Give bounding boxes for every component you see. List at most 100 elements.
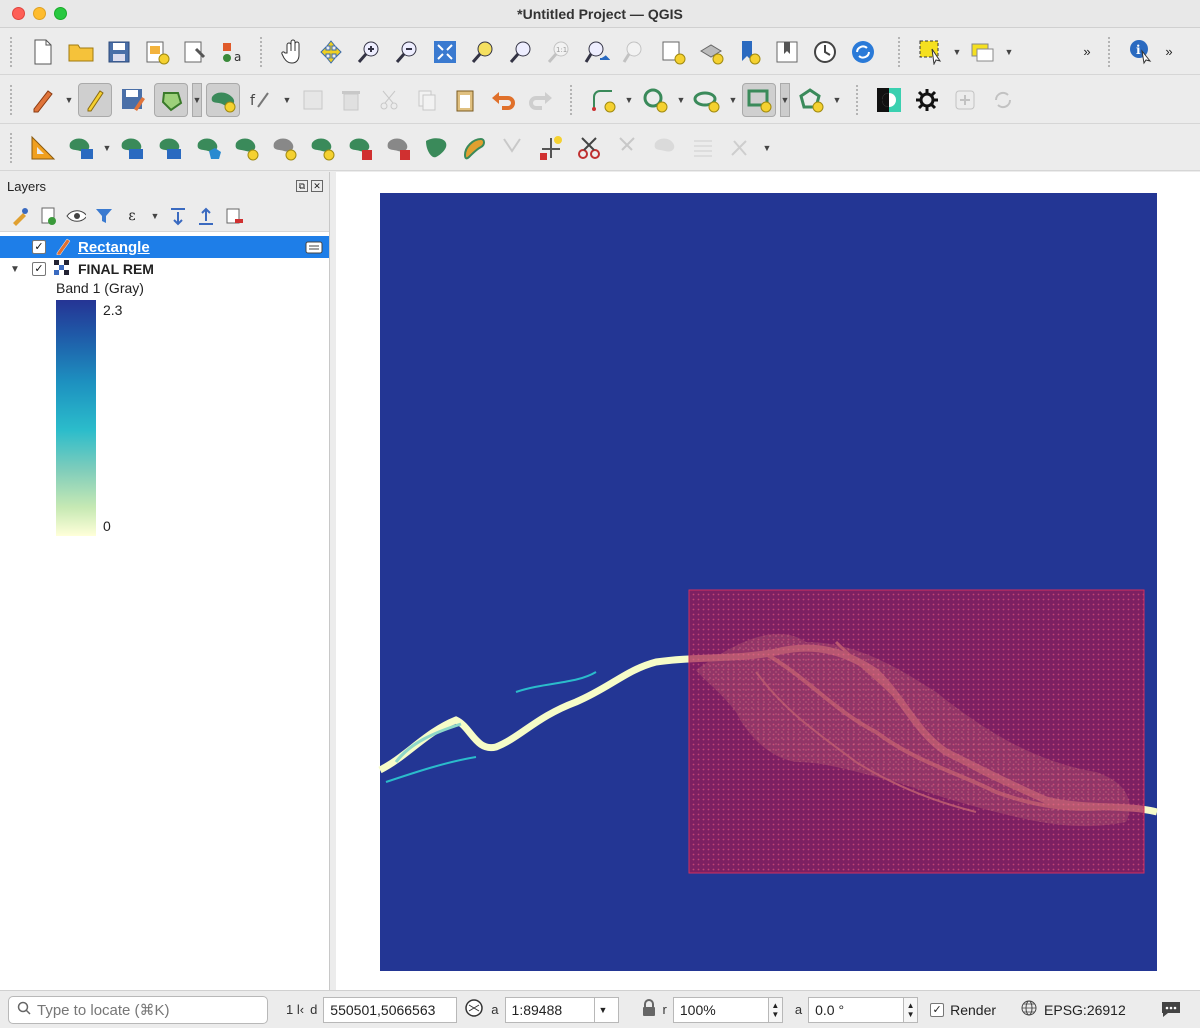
toolbar-grip[interactable] <box>10 132 16 163</box>
current-edits-icon[interactable] <box>26 83 60 117</box>
undo-icon[interactable] <box>486 83 520 117</box>
filter-legend-icon[interactable] <box>94 206 114 226</box>
toolbar-grip[interactable] <box>10 84 16 115</box>
split-parts-icon[interactable] <box>610 131 644 165</box>
zoom-full-icon[interactable] <box>428 35 462 69</box>
pan-to-selection-icon[interactable] <box>314 35 348 69</box>
zoom-out-icon[interactable] <box>390 35 424 69</box>
chevron-down-icon[interactable]: ▼ <box>192 82 202 117</box>
add-polygon-feature-icon[interactable] <box>154 82 188 117</box>
map-canvas[interactable] <box>336 172 1200 990</box>
scale-field[interactable]: 1:89488 <box>504 996 595 1023</box>
chevron-down-icon[interactable]: ▼ <box>624 95 634 105</box>
rotate-feature-icon[interactable] <box>116 131 150 165</box>
filter-by-expression-icon[interactable]: ε <box>122 206 142 226</box>
new-print-layout-icon[interactable] <box>140 35 174 69</box>
cut-features-icon[interactable] <box>372 83 406 117</box>
reload-icon[interactable] <box>986 83 1020 117</box>
collapse-all-icon[interactable] <box>196 206 216 226</box>
advanced-digitizing-icon[interactable] <box>26 131 60 165</box>
toolbar-grip[interactable] <box>10 36 16 67</box>
chevron-down-icon[interactable]: ▼ <box>64 95 74 105</box>
chevron-down-icon[interactable]: ▼ <box>762 143 772 153</box>
identify-features-icon[interactable]: i <box>1124 35 1158 69</box>
scale-feature-icon[interactable] <box>154 131 188 165</box>
delete-selected-icon[interactable] <box>334 83 368 117</box>
magnifier-spinner[interactable]: ▲ ▼ <box>768 996 783 1023</box>
split-features-icon[interactable] <box>572 131 606 165</box>
remove-layer-icon[interactable] <box>224 206 244 226</box>
select-features-icon[interactable] <box>914 35 948 69</box>
zoom-next-icon[interactable] <box>618 35 652 69</box>
layer-item-final-rem[interactable]: ▼ ✓ FINAL REM <box>0 258 329 280</box>
lock-scale-icon[interactable] <box>641 999 657 1020</box>
chevron-down-icon[interactable]: ▼ <box>150 211 160 221</box>
show-bookmarks-icon[interactable] <box>770 35 804 69</box>
float-panel-icon[interactable]: ⧉ <box>296 180 308 192</box>
messages-icon[interactable] <box>1160 998 1182 1021</box>
chevron-down-icon[interactable]: ▼ <box>676 95 686 105</box>
open-project-icon[interactable] <box>64 35 98 69</box>
manage-visibility-eye-icon[interactable] <box>66 206 86 226</box>
coordinate-field[interactable]: 550501,5066563 <box>323 996 458 1023</box>
save-project-icon[interactable] <box>102 35 136 69</box>
vertex-tool-icon[interactable] <box>206 82 240 117</box>
new-spatial-bookmark-icon[interactable] <box>732 35 766 69</box>
add-icon[interactable] <box>948 83 982 117</box>
add-group-icon[interactable] <box>38 206 58 226</box>
delete-part-icon[interactable] <box>382 131 416 165</box>
zoom-to-selection-icon[interactable] <box>466 35 500 69</box>
new-map-view-icon[interactable] <box>656 35 690 69</box>
simplify-feature-icon[interactable] <box>192 131 226 165</box>
reshape-features-icon[interactable] <box>420 131 454 165</box>
overflow-chevron-icon[interactable]: » <box>1070 35 1104 69</box>
layer-visibility-checkbox[interactable]: ✓ <box>32 262 46 276</box>
locator-search[interactable]: Type to locate (⌘K) <box>8 995 268 1024</box>
chevron-down-icon[interactable]: ▼ <box>102 143 112 153</box>
new-project-icon[interactable] <box>26 35 60 69</box>
zoom-native-resolution-icon[interactable]: 1:1 <box>542 35 576 69</box>
rotation-field[interactable]: 0.0 ° <box>808 996 905 1023</box>
add-ring-icon[interactable] <box>230 131 264 165</box>
overflow-chevron-icon[interactable]: » <box>1162 35 1176 69</box>
crs-label[interactable]: EPSG:26912 <box>1044 1002 1126 1018</box>
minimize-window-button[interactable] <box>33 7 46 20</box>
toggle-editing-icon[interactable] <box>78 82 112 117</box>
toolbar-grip[interactable] <box>898 36 904 67</box>
toolbar-grip[interactable] <box>570 84 576 115</box>
crs-globe-icon[interactable] <box>1020 999 1038 1020</box>
maximize-window-button[interactable] <box>54 7 67 20</box>
zoom-to-layer-icon[interactable] <box>504 35 538 69</box>
trim-extend-icon[interactable] <box>534 131 568 165</box>
temporal-controller-icon[interactable] <box>808 35 842 69</box>
copy-features-icon[interactable] <box>410 83 444 117</box>
open-layer-styling-icon[interactable] <box>10 206 30 226</box>
gear-icon[interactable] <box>910 83 944 117</box>
move-feature-icon[interactable] <box>64 131 98 165</box>
rotation-spinner[interactable]: ▲ ▼ <box>904 996 919 1023</box>
toolbar-grip[interactable] <box>1108 36 1114 67</box>
chevron-down-icon[interactable]: ▼ <box>780 82 790 117</box>
toggle-extents-icon[interactable] <box>463 997 485 1022</box>
layer-visibility-checkbox[interactable]: ✓ <box>32 240 46 254</box>
layout-manager-icon[interactable] <box>178 35 212 69</box>
magnifier-field[interactable]: 100% <box>672 996 769 1023</box>
refresh-icon[interactable] <box>846 35 880 69</box>
chevron-down-icon[interactable]: ▼ <box>1004 47 1014 57</box>
toolbar-grip[interactable] <box>856 84 862 115</box>
add-part-icon[interactable] <box>268 131 302 165</box>
chevron-down-icon[interactable]: ▼ <box>594 996 619 1023</box>
close-window-button[interactable] <box>12 7 25 20</box>
chevron-down-icon[interactable]: ▼ <box>282 95 292 105</box>
attribute-table-icon[interactable] <box>966 35 1000 69</box>
plugin-contrast-icon[interactable] <box>872 83 906 117</box>
merge-features-icon[interactable] <box>648 131 682 165</box>
edit-table-icon[interactable] <box>296 83 330 117</box>
add-rectangle-icon[interactable] <box>742 82 776 117</box>
digitize-with-segment-icon[interactable] <box>586 83 620 117</box>
add-ellipse-icon[interactable] <box>690 83 724 117</box>
pan-hand-icon[interactable] <box>276 35 310 69</box>
add-regular-polygon-icon[interactable] <box>794 83 828 117</box>
close-panel-icon[interactable]: ✕ <box>311 180 323 192</box>
toolbar-grip[interactable] <box>260 36 266 67</box>
